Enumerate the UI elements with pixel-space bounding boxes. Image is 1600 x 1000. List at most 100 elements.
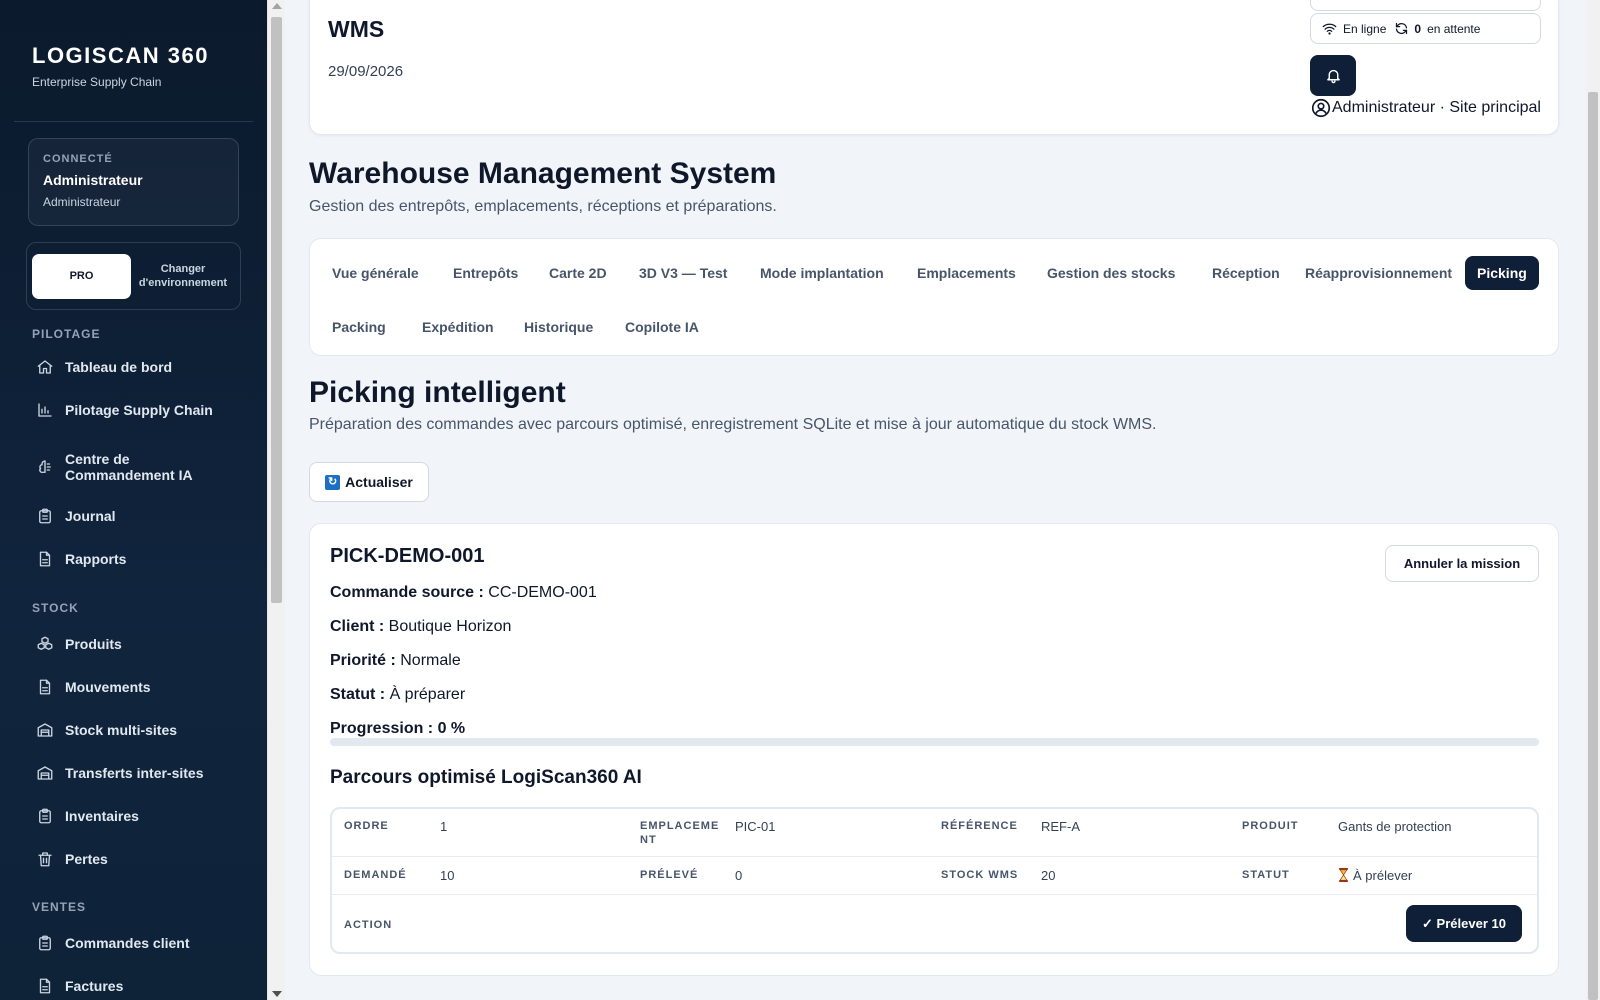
wms-tabs: Vue générale Entrepôts Carte 2D 3D V3 — … — [309, 238, 1559, 356]
nav-item-label: Inventaires — [65, 808, 139, 824]
sync-icon — [1396, 22, 1408, 35]
tab-picking[interactable]: Picking — [1465, 256, 1539, 290]
nav-item-commandes-client[interactable]: Commandes client — [36, 934, 215, 952]
tab-3d-v3-test[interactable]: 3D V3 — Test — [627, 256, 739, 290]
document-icon — [36, 977, 54, 995]
statut-text: À prélever — [1353, 868, 1413, 883]
nav-item-rapports[interactable]: Rapports — [36, 550, 215, 568]
header-title: WMS — [328, 16, 385, 42]
clipboard-icon — [36, 934, 54, 952]
main-scroll-thumb[interactable] — [1588, 92, 1598, 1000]
nav-item-label: Tableau de bord — [65, 359, 173, 375]
tab-emplacements[interactable]: Emplacements — [905, 256, 1028, 290]
cancel-mission-button[interactable]: Annuler la mission — [1385, 545, 1539, 582]
mission-id: PICK-DEMO-001 — [330, 545, 485, 567]
user-card-name: Administrateur — [43, 172, 143, 188]
sidebar-scroll-thumb[interactable] — [271, 17, 282, 603]
refresh-button[interactable]: ↻ Actualiser — [309, 462, 429, 502]
home-icon — [36, 358, 54, 376]
bell-icon — [1326, 69, 1340, 84]
boxes-icon — [36, 635, 54, 653]
brand-title: LOGISCAN 360 — [32, 43, 209, 68]
nav-item-transferts-inter-sites[interactable]: Transferts inter-sites — [36, 764, 215, 782]
nav-item-inventaires[interactable]: Inventaires — [36, 807, 215, 825]
user-menu[interactable]: Administrateur · Site principal — [1310, 97, 1541, 119]
nav-item-stock-multi-sites[interactable]: Stock multi-sites — [36, 721, 215, 739]
pending-count: 0 — [1414, 21, 1422, 36]
tab-historique[interactable]: Historique — [512, 310, 605, 344]
priority-value: Normale — [400, 652, 461, 669]
nav-item-label: Stock multi-sites — [65, 722, 178, 738]
ordre-value: 1 — [440, 819, 448, 834]
tab-vue-generale[interactable]: Vue générale — [320, 256, 431, 290]
page-subtitle: Gestion des entrepôts, emplacements, réc… — [309, 198, 777, 215]
nav-item-pilotage-supply-chain[interactable]: Pilotage Supply Chain — [36, 401, 215, 419]
nav-section-ventes: VENTES — [32, 900, 87, 914]
brain-icon — [36, 458, 54, 476]
progress-bar — [330, 738, 1539, 746]
nav-item-label: Pilotage Supply Chain — [65, 402, 213, 418]
tab-reapprovisionnement[interactable]: Réapprovisionnement — [1293, 256, 1464, 290]
notifications-button[interactable] — [1310, 55, 1356, 96]
tab-carte-2d[interactable]: Carte 2D — [537, 256, 619, 290]
tab-expedition[interactable]: Expédition — [410, 310, 506, 344]
refresh-icon: ↻ — [325, 474, 341, 490]
scroll-up-arrow[interactable] — [272, 3, 282, 9]
wifi-icon — [1322, 23, 1337, 35]
nav-item-label: Journal — [65, 508, 116, 524]
nav-item-tableau-de-bord[interactable]: Tableau de bord — [36, 358, 215, 376]
priority-label: Priorité : — [330, 652, 396, 669]
col-produit-label: PRODUIT — [1242, 820, 1299, 832]
nav-item-label: Factures — [65, 978, 124, 994]
nav-item-journal[interactable]: Journal — [36, 507, 215, 525]
nav-item-label: Rapports — [65, 551, 127, 567]
brand: LOGISCAN 360 Enterprise Supply Chain — [32, 43, 209, 89]
user-card-role: Administrateur — [43, 195, 121, 209]
pick-button[interactable]: ✓ Prélever 10 — [1406, 905, 1522, 942]
tab-reception[interactable]: Réception — [1200, 256, 1292, 290]
brand-subtitle: Enterprise Supply Chain — [32, 75, 162, 89]
hourglass-icon — [1339, 868, 1348, 882]
scroll-down-arrow[interactable] — [272, 991, 282, 997]
nav-section-stock: STOCK — [32, 601, 79, 615]
clipboard-icon — [36, 807, 54, 825]
tab-copilote-ia[interactable]: Copilote IA — [613, 310, 711, 344]
clipboard-icon — [36, 507, 54, 525]
sidebar-scrollbar[interactable] — [267, 0, 285, 1000]
progress-label: Progression : 0 % — [330, 720, 466, 737]
nav-item-centre-commandement-ia[interactable]: Centre de Commandement IA — [36, 451, 215, 483]
emplacement-label-line2: NT — [640, 834, 657, 846]
col-stock-wms-label: STOCK WMS — [941, 869, 1019, 881]
source-value: CC-DEMO-001 — [488, 584, 597, 601]
client-label: Client : — [330, 618, 385, 635]
document-icon — [36, 550, 54, 568]
col-reference-label: RÉFÉRENCE — [941, 820, 1018, 832]
nav-item-pertes[interactable]: Pertes — [36, 850, 215, 868]
status-value: À préparer — [389, 686, 466, 703]
header-top-control[interactable] — [1310, 0, 1541, 11]
change-environment-label-2: d'environnement — [138, 277, 228, 289]
user-circle-icon — [1311, 98, 1331, 118]
tab-mode-implantation[interactable]: Mode implantation — [748, 256, 896, 290]
pending-label: en attente — [1427, 21, 1481, 36]
nav-item-produits[interactable]: Produits — [36, 635, 215, 653]
change-environment-button[interactable]: Changer d'environnement — [131, 262, 235, 290]
tab-gestion-des-stocks[interactable]: Gestion des stocks — [1035, 256, 1187, 290]
route-table: ORDRE 1 EMPLACEME NT PIC-01 RÉFÉRENCE RE… — [330, 807, 1539, 954]
connection-status: En ligne 0 en attente — [1310, 13, 1541, 44]
reference-value: REF-A — [1041, 819, 1080, 834]
main-scrollbar[interactable] — [1586, 0, 1600, 1000]
col-demande-label: DEMANDÉ — [344, 869, 407, 881]
nav-item-label: Commandes client — [65, 935, 190, 951]
user-label: Administrateur · Site principal — [1332, 99, 1541, 116]
tab-entrepots[interactable]: Entrepôts — [441, 256, 530, 290]
tab-packing[interactable]: Packing — [320, 310, 398, 344]
divider — [14, 121, 253, 122]
env-pro-button[interactable]: PRO — [32, 253, 131, 299]
section-subtitle: Préparation des commandes avec parcours … — [309, 416, 1157, 433]
header-card: WMS 29/09/2026 En ligne 0 en attente Adm… — [309, 0, 1559, 135]
statut-value: À prélever — [1338, 868, 1412, 883]
nav-item-label: Transferts inter-sites — [65, 765, 204, 781]
nav-item-mouvements[interactable]: Mouvements — [36, 678, 215, 696]
nav-item-factures[interactable]: Factures — [36, 977, 215, 995]
